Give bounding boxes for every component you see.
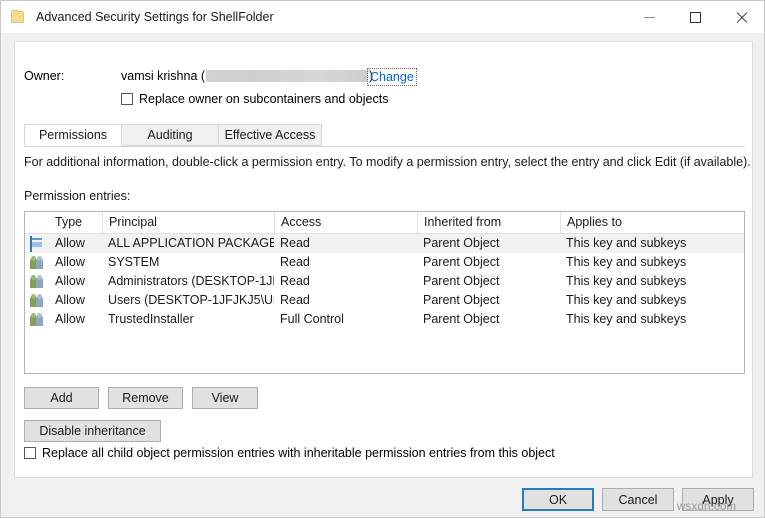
permission-entries-label: Permission entries: bbox=[24, 189, 131, 203]
tab-auditing[interactable]: Auditing bbox=[121, 124, 219, 146]
window-title: Advanced Security Settings for ShellFold… bbox=[36, 10, 274, 24]
column-header-access[interactable]: Access bbox=[274, 212, 417, 233]
minimize-icon bbox=[643, 12, 655, 23]
cell-applies-to: This key and subkeys bbox=[566, 255, 687, 269]
remove-button[interactable]: Remove bbox=[108, 387, 183, 409]
cell-type: Allow bbox=[55, 236, 85, 250]
watermark: wsxdn.com bbox=[677, 501, 737, 513]
column-header-inherited-from[interactable]: Inherited from bbox=[417, 212, 560, 233]
table-header-row: Type Principal Access Inherited from App… bbox=[25, 212, 744, 234]
cell-inherited-from: Parent Object bbox=[423, 312, 500, 326]
cell-principal: Users (DESKTOP-1JFJKJ5\Users) bbox=[108, 293, 274, 307]
owner-label: Owner: bbox=[24, 69, 65, 83]
column-header-type[interactable]: Type bbox=[49, 212, 102, 233]
cell-principal: TrustedInstaller bbox=[108, 312, 194, 326]
tab-permissions-label: Permissions bbox=[38, 128, 108, 142]
replace-all-checkbox[interactable] bbox=[24, 447, 36, 459]
cell-inherited-from: Parent Object bbox=[423, 274, 500, 288]
folder-icon bbox=[11, 9, 27, 25]
cell-access: Read bbox=[280, 236, 310, 250]
replace-owner-checkbox-row[interactable]: Replace owner on subcontainers and objec… bbox=[121, 92, 388, 106]
owner-row: Owner: vamsi krishna () Change bbox=[24, 68, 744, 88]
cell-principal: ALL APPLICATION PACKAGES bbox=[108, 236, 274, 250]
disable-inheritance-button[interactable]: Disable inheritance bbox=[24, 420, 161, 442]
close-icon bbox=[736, 12, 747, 23]
main-panel: Owner: vamsi krishna () Change Replace o… bbox=[14, 41, 753, 478]
cell-principal: SYSTEM bbox=[108, 255, 160, 269]
cell-inherited-from: Parent Object bbox=[423, 236, 500, 250]
table-row[interactable]: Allow TrustedInstaller Full Control Pare… bbox=[25, 310, 744, 329]
cell-type: Allow bbox=[55, 293, 85, 307]
cell-access: Read bbox=[280, 255, 310, 269]
dialog-button-bar: OK Cancel Apply bbox=[1, 478, 764, 517]
maximize-icon bbox=[689, 11, 701, 23]
tab-effective-access[interactable]: Effective Access bbox=[218, 124, 322, 146]
permission-entries-table[interactable]: Type Principal Access Inherited from App… bbox=[24, 211, 745, 374]
cell-applies-to: This key and subkeys bbox=[566, 274, 687, 288]
maximize-button[interactable] bbox=[672, 1, 718, 33]
title-bar: Advanced Security Settings for ShellFold… bbox=[1, 1, 764, 33]
tab-auditing-label: Auditing bbox=[147, 128, 193, 142]
redacted-owner-account bbox=[206, 70, 369, 82]
owner-name: vamsi krishna ( bbox=[121, 69, 206, 83]
close-button[interactable] bbox=[718, 1, 764, 33]
minimize-button[interactable] bbox=[626, 1, 672, 33]
tab-strip: Permissions Auditing Effective Access bbox=[24, 124, 745, 147]
cell-access: Full Control bbox=[280, 312, 344, 326]
table-row[interactable]: Allow ALL APPLICATION PACKAGES Read Pare… bbox=[25, 234, 744, 253]
cell-type: Allow bbox=[55, 274, 85, 288]
cell-applies-to: This key and subkeys bbox=[566, 236, 687, 250]
cell-inherited-from: Parent Object bbox=[423, 293, 500, 307]
column-header-applies-to[interactable]: Applies to bbox=[560, 212, 744, 233]
table-row[interactable]: Allow SYSTEM Read Parent Object This key… bbox=[25, 253, 744, 272]
table-row[interactable]: Allow Administrators (DESKTOP-1JF... Rea… bbox=[25, 272, 744, 291]
replace-all-label: Replace all child object permission entr… bbox=[42, 446, 555, 460]
cancel-button[interactable]: Cancel bbox=[602, 488, 674, 511]
cell-access: Read bbox=[280, 293, 310, 307]
ok-button[interactable]: OK bbox=[522, 488, 594, 511]
cell-type: Allow bbox=[55, 312, 85, 326]
caption-button-group bbox=[626, 1, 764, 33]
view-button[interactable]: View bbox=[192, 387, 258, 409]
cell-applies-to: This key and subkeys bbox=[566, 293, 687, 307]
table-row[interactable]: Allow Users (DESKTOP-1JFJKJ5\Users) Read… bbox=[25, 291, 744, 310]
owner-value: vamsi krishna () bbox=[121, 69, 373, 83]
add-button[interactable]: Add bbox=[24, 387, 99, 409]
column-header-principal[interactable]: Principal bbox=[102, 212, 274, 233]
tab-permissions[interactable]: Permissions bbox=[24, 124, 122, 146]
tab-effective-access-label: Effective Access bbox=[224, 128, 316, 142]
change-owner-link[interactable]: Change bbox=[367, 68, 417, 86]
info-text: For additional information, double-click… bbox=[24, 155, 751, 169]
app-package-icon bbox=[30, 236, 32, 252]
cell-access: Read bbox=[280, 274, 310, 288]
advanced-security-settings-window: Advanced Security Settings for ShellFold… bbox=[0, 0, 765, 518]
cell-applies-to: This key and subkeys bbox=[566, 312, 687, 326]
replace-owner-checkbox[interactable] bbox=[121, 93, 133, 105]
replace-owner-label: Replace owner on subcontainers and objec… bbox=[139, 92, 389, 106]
cell-inherited-from: Parent Object bbox=[423, 255, 500, 269]
cell-principal: Administrators (DESKTOP-1JF... bbox=[108, 274, 274, 288]
replace-all-checkbox-row[interactable]: Replace all child object permission entr… bbox=[24, 446, 555, 460]
cell-type: Allow bbox=[55, 255, 85, 269]
